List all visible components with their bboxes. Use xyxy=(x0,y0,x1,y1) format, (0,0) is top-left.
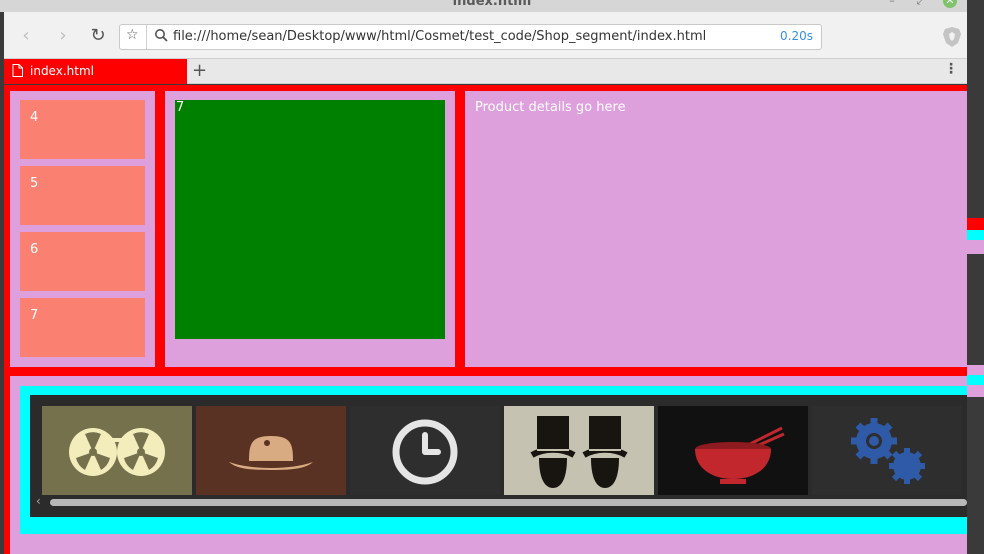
clock-icon xyxy=(350,406,500,495)
tab-menu-icon[interactable]: ⋮ xyxy=(944,61,958,77)
product-list-panel: 4 5 6 7 xyxy=(10,91,155,367)
carousel-thumb[interactable] xyxy=(658,406,808,495)
browser-toolbar: ‹ › ↻ ☆ file:///home/sean/Desktop/www/ht… xyxy=(4,12,967,59)
list-item-label: 7 xyxy=(30,308,39,323)
list-item-label: 4 xyxy=(30,110,39,125)
background-window-stripe xyxy=(967,218,984,230)
carousel-thumb[interactable] xyxy=(196,406,346,495)
shop-top-section: 4 5 6 7 7 Product details go here xyxy=(4,85,967,376)
background-window-stripe xyxy=(967,240,984,254)
carousel-panel: ‹ xyxy=(10,376,967,554)
product-preview: 7 xyxy=(175,100,445,339)
carousel-thumb[interactable] xyxy=(42,406,192,495)
carousel-thumb[interactable] xyxy=(504,406,654,495)
tab-bar: index.html + ⋮ xyxy=(4,59,967,84)
film-reels-icon xyxy=(42,406,192,495)
address-bar[interactable]: ☆ file:///home/sean/Desktop/www/html/Cos… xyxy=(119,24,822,50)
back-button[interactable]: ‹ xyxy=(14,24,38,48)
list-item-label: 6 xyxy=(30,242,39,257)
carousel-frame: ‹ xyxy=(20,386,967,534)
mixing-bowl-icon xyxy=(658,406,808,495)
carousel-thumb[interactable] xyxy=(812,406,962,495)
background-window-stripe xyxy=(967,230,984,240)
carousel-scrollbar[interactable] xyxy=(50,499,967,506)
bookmark-star-icon[interactable]: ☆ xyxy=(126,27,139,43)
background-window-stripe xyxy=(967,365,984,375)
list-item-label: 5 xyxy=(30,176,39,191)
maximize-icon[interactable]: ⤢ xyxy=(914,0,928,8)
background-window xyxy=(967,0,984,554)
window-title: index.html xyxy=(452,0,532,9)
background-window-stripe xyxy=(967,385,984,397)
carousel-scrollbar-thumb[interactable] xyxy=(50,499,967,506)
gears-icon xyxy=(812,406,962,495)
product-details-panel: Product details go here xyxy=(465,91,967,367)
carousel-thumb[interactable] xyxy=(350,406,500,495)
scroll-left-arrow-icon[interactable]: ‹ xyxy=(36,494,41,508)
window-titlebar: index.html – ⤢ ✕ xyxy=(0,0,984,12)
document-icon xyxy=(12,64,23,77)
list-item[interactable]: 7 xyxy=(20,298,145,357)
tab-index-html[interactable]: index.html xyxy=(4,59,187,84)
forward-button[interactable]: › xyxy=(51,24,75,48)
page-viewport: 4 5 6 7 7 Product details go here ‹ xyxy=(4,85,967,554)
minimize-icon[interactable]: – xyxy=(885,0,899,8)
new-tab-button[interactable]: + xyxy=(192,60,207,81)
cowboy-hat-icon xyxy=(196,406,346,495)
load-time-badge: 0.20s xyxy=(780,29,813,43)
top-hats-icon xyxy=(504,406,654,495)
url-text[interactable]: file:///home/sean/Desktop/www/html/Cosme… xyxy=(173,29,706,44)
preview-label: 7 xyxy=(176,100,185,115)
search-icon xyxy=(155,29,168,42)
product-details-text: Product details go here xyxy=(475,100,626,115)
address-divider xyxy=(146,25,147,49)
reload-button[interactable]: ↻ xyxy=(86,24,110,48)
tab-label: index.html xyxy=(30,64,94,78)
brave-shield-icon[interactable] xyxy=(942,26,962,48)
carousel: ‹ xyxy=(30,395,967,517)
shop-bottom-section: ‹ xyxy=(4,367,967,554)
product-preview-panel: 7 xyxy=(165,91,455,367)
list-item[interactable]: 5 xyxy=(20,166,145,225)
list-item[interactable]: 6 xyxy=(20,232,145,291)
list-item[interactable]: 4 xyxy=(20,100,145,159)
background-window-stripe xyxy=(967,375,984,385)
